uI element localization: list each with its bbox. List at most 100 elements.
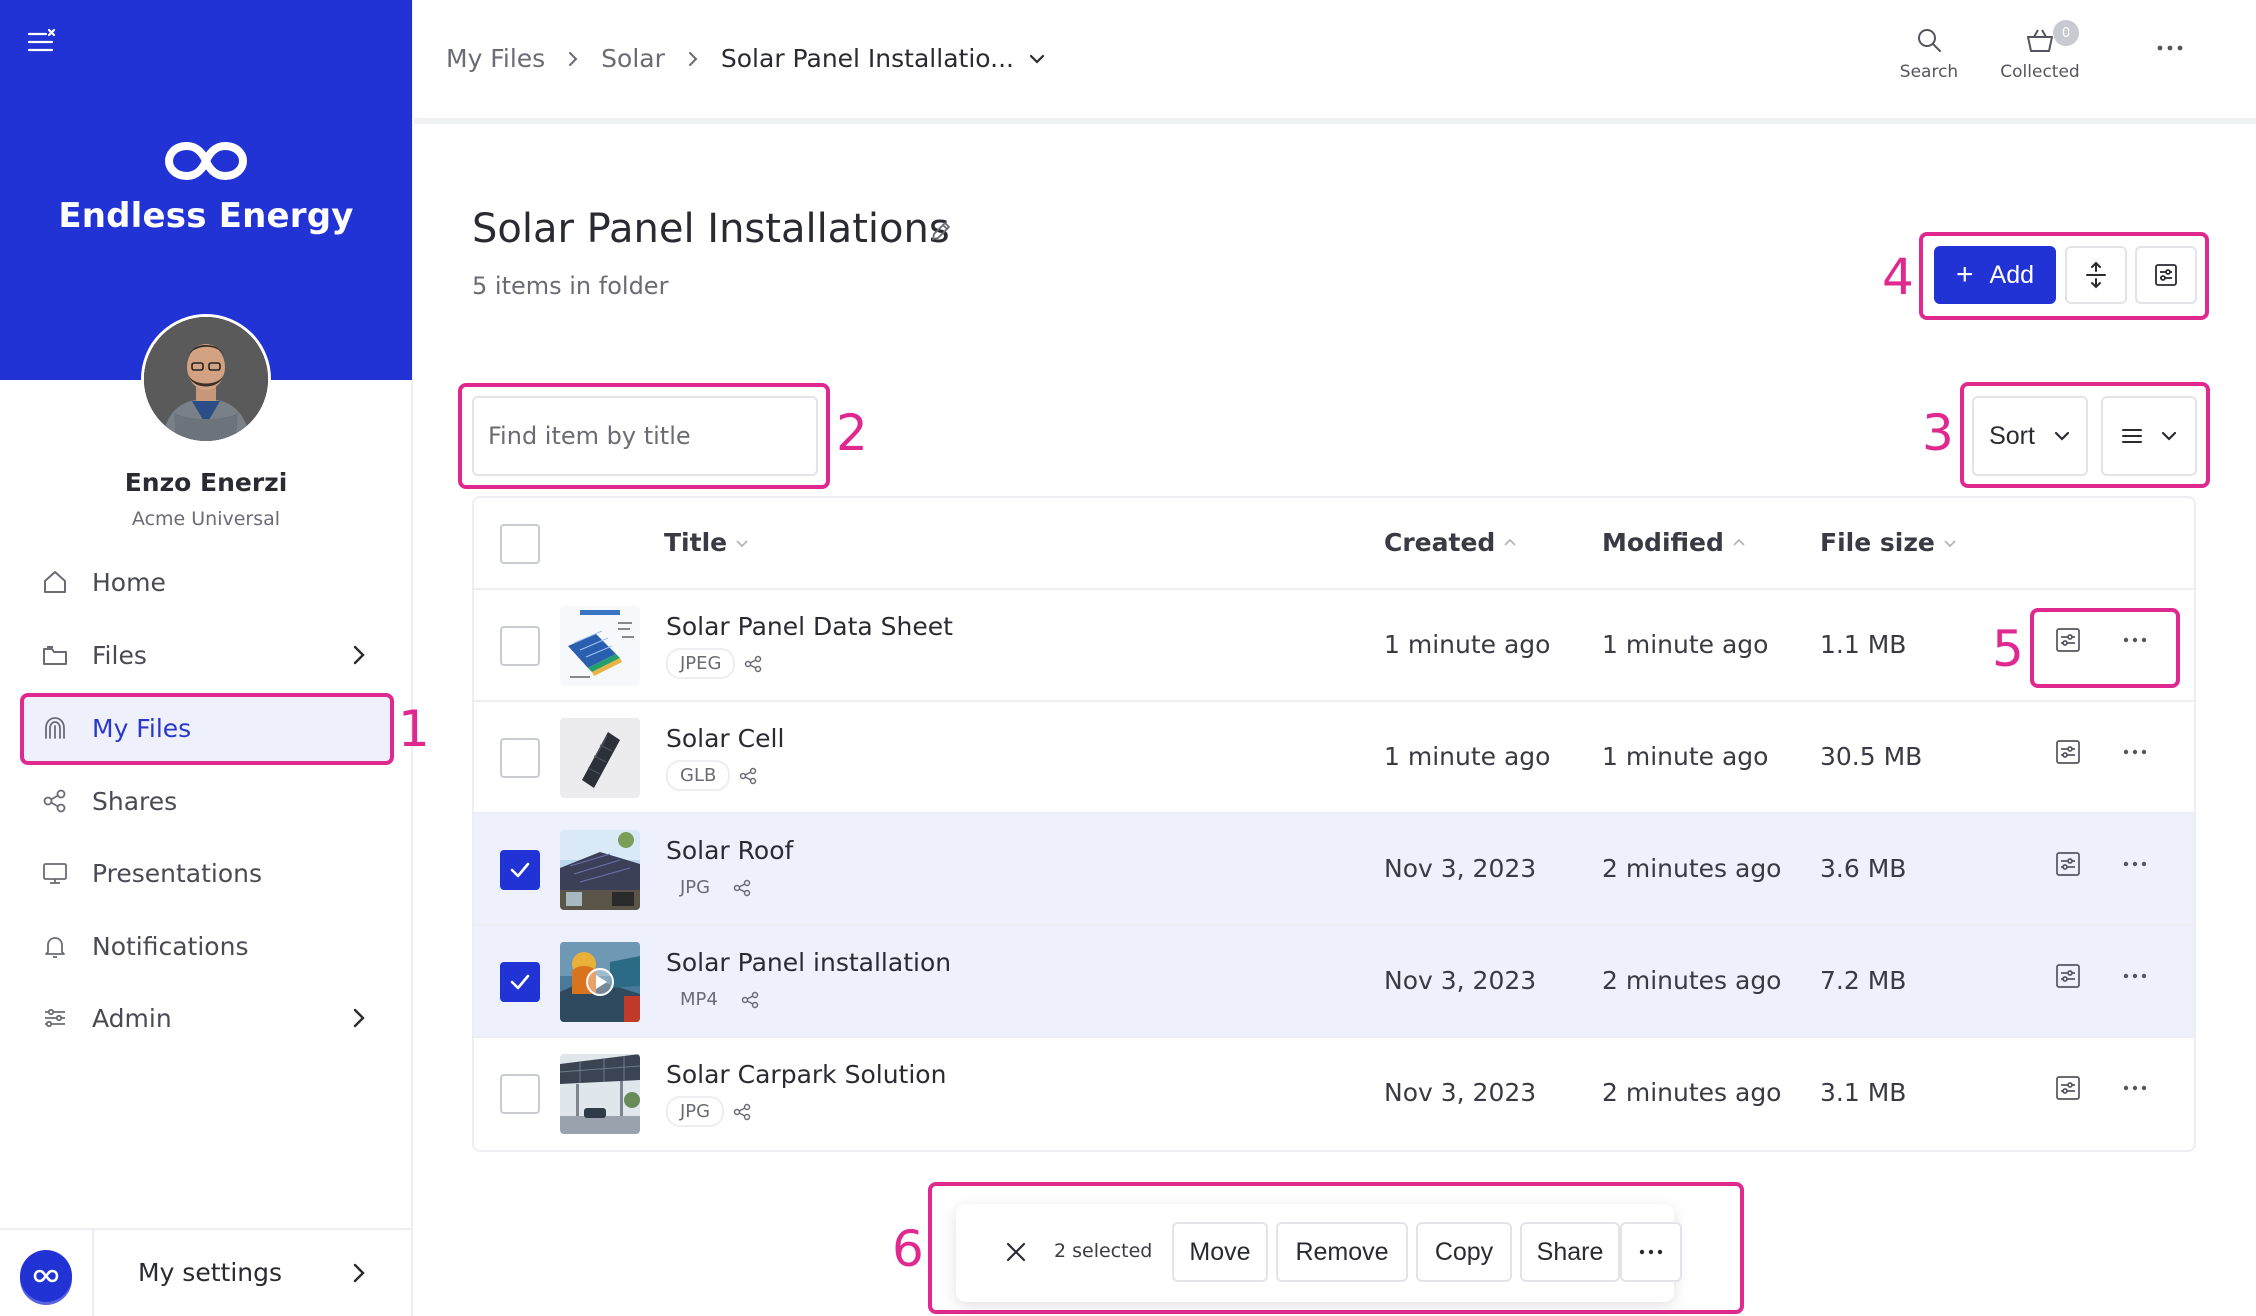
column-file-size[interactable]: File size (1820, 528, 1957, 557)
add-button-label: Add (1989, 260, 2034, 289)
callout-number-5: 5 (1992, 620, 2024, 678)
table-row[interactable]: Solar Roof JPG Nov 3, 2023 2 minutes ago… (474, 814, 2194, 926)
row-created: Nov 3, 2023 (1384, 966, 1537, 995)
row-title[interactable]: Solar Panel installation (666, 948, 951, 977)
chevron-down-icon (2160, 430, 2178, 442)
filter-panel-button[interactable] (2135, 246, 2197, 304)
row-title[interactable]: Solar Roof (666, 836, 793, 865)
page-title: Solar Panel Installations (472, 206, 950, 252)
file-type-badge: MP4 (680, 989, 718, 1010)
breadcrumb: My Files Solar Solar Panel Installatio..… (446, 44, 1046, 73)
selection-more-button[interactable] (1620, 1222, 1682, 1282)
column-created[interactable]: Created (1384, 528, 1517, 557)
thumbnail-carpark (560, 1054, 640, 1134)
share-icon (732, 1103, 752, 1121)
column-title[interactable]: Title (664, 528, 749, 557)
upload-download-button[interactable] (2065, 246, 2127, 304)
thumbnail-solar-roof (560, 830, 640, 910)
copy-button[interactable]: Copy (1416, 1222, 1512, 1282)
row-settings-icon[interactable] (2054, 962, 2082, 990)
row-title[interactable]: Solar Cell (666, 724, 784, 753)
column-modified[interactable]: Modified (1602, 528, 1746, 557)
collected-button[interactable]: 0 Collected (1995, 20, 2085, 82)
sidebar-item-label: Presentations (92, 858, 263, 888)
breadcrumb-my-files[interactable]: My Files (446, 44, 545, 73)
search-input[interactable] (472, 396, 818, 476)
row-settings-icon[interactable] (2054, 1074, 2082, 1102)
sidebar-item-presentations[interactable]: Presentations (22, 838, 392, 908)
brand-name: Endless Energy (58, 196, 354, 236)
row-tags: MP4 (666, 984, 760, 1015)
sort-dropdown[interactable]: Sort (1972, 396, 2088, 476)
share-icon (740, 991, 760, 1009)
file-type-badge: GLB (666, 760, 731, 791)
breadcrumb-solar[interactable]: Solar (601, 44, 665, 73)
table-row[interactable]: Solar Panel Data Sheet JPEG 1 minute ago… (474, 590, 2194, 702)
chevron-right-icon (352, 1007, 366, 1029)
row-settings-icon[interactable] (2054, 850, 2082, 878)
close-icon[interactable] (1004, 1240, 1028, 1264)
row-title[interactable]: Solar Carpark Solution (666, 1060, 946, 1089)
sort-label: Sort (1989, 421, 2035, 450)
share-icon (40, 786, 70, 816)
pencil-icon[interactable] (928, 218, 954, 244)
sidebar-item-admin[interactable]: Admin (22, 983, 392, 1053)
more-options-icon[interactable] (2156, 44, 2184, 52)
row-title[interactable]: Solar Panel Data Sheet (666, 612, 953, 641)
basket-icon (2025, 26, 2055, 54)
collected-label: Collected (2000, 62, 2080, 82)
row-checkbox[interactable] (500, 1074, 540, 1114)
row-size: 3.1 MB (1820, 1078, 1907, 1107)
row-settings-icon[interactable] (2054, 626, 2082, 654)
row-size: 30.5 MB (1820, 742, 1923, 771)
selection-action-bar: 2 selected Move Remove Copy Share (956, 1204, 1674, 1302)
share-icon (738, 767, 758, 785)
bell-icon (40, 931, 70, 961)
row-more-icon[interactable] (2122, 852, 2148, 876)
breadcrumb-current[interactable]: Solar Panel Installatio... (721, 44, 1014, 73)
my-settings-bar[interactable]: My settings (0, 1228, 412, 1316)
chevron-down-icon (735, 538, 749, 548)
sidebar-item-shares[interactable]: Shares (22, 766, 392, 836)
callout-number-6: 6 (892, 1220, 924, 1278)
table-row[interactable]: Solar Panel installation MP4 Nov 3, 2023… (474, 926, 2194, 1038)
view-mode-dropdown[interactable] (2101, 396, 2197, 476)
thumbnail-video (560, 942, 640, 1022)
chevron-right-icon (352, 644, 366, 666)
row-checkbox[interactable] (500, 738, 540, 778)
avatar[interactable] (141, 314, 271, 444)
callout-number-3: 3 (1922, 404, 1954, 462)
search-button[interactable]: Search (1884, 26, 1974, 82)
sidebar-item-label: Admin (92, 1003, 172, 1033)
file-table: Title Created Modified File size Solar P… (472, 496, 2196, 1152)
row-checkbox[interactable] (500, 626, 540, 666)
select-all-checkbox[interactable] (500, 524, 540, 564)
thumbnail-datasheet (560, 606, 640, 686)
row-modified: 2 minutes ago (1602, 966, 1782, 995)
chevron-down-icon[interactable] (1028, 53, 1046, 65)
user-name: Enzo Enerzi (124, 468, 288, 497)
add-button[interactable]: + Add (1934, 246, 2056, 304)
sidebar-item-my-files[interactable]: My Files (22, 693, 392, 763)
menu-toggle-icon[interactable] (26, 26, 58, 58)
infinity-logo-icon (0, 138, 412, 184)
sidebar-item-files[interactable]: Files (22, 620, 392, 690)
thumbnail-solar-cell (560, 718, 640, 798)
column-modified-label: Modified (1602, 528, 1724, 557)
row-settings-icon[interactable] (2054, 738, 2082, 766)
sidebar-item-home[interactable]: Home (22, 547, 392, 617)
row-more-icon[interactable] (2122, 740, 2148, 764)
column-created-label: Created (1384, 528, 1496, 557)
row-more-icon[interactable] (2122, 1076, 2148, 1100)
row-checkbox[interactable] (500, 850, 540, 890)
share-button[interactable]: Share (1520, 1222, 1620, 1282)
row-checkbox[interactable] (500, 962, 540, 1002)
move-button[interactable]: Move (1172, 1222, 1268, 1282)
table-row[interactable]: Solar Cell GLB 1 minute ago 1 minute ago… (474, 702, 2194, 814)
row-more-icon[interactable] (2122, 628, 2148, 652)
row-more-icon[interactable] (2122, 964, 2148, 988)
row-size: 7.2 MB (1820, 966, 1907, 995)
table-row[interactable]: Solar Carpark Solution JPG Nov 3, 2023 2… (474, 1038, 2194, 1150)
sidebar-item-notifications[interactable]: Notifications (22, 911, 392, 981)
remove-button[interactable]: Remove (1276, 1222, 1408, 1282)
